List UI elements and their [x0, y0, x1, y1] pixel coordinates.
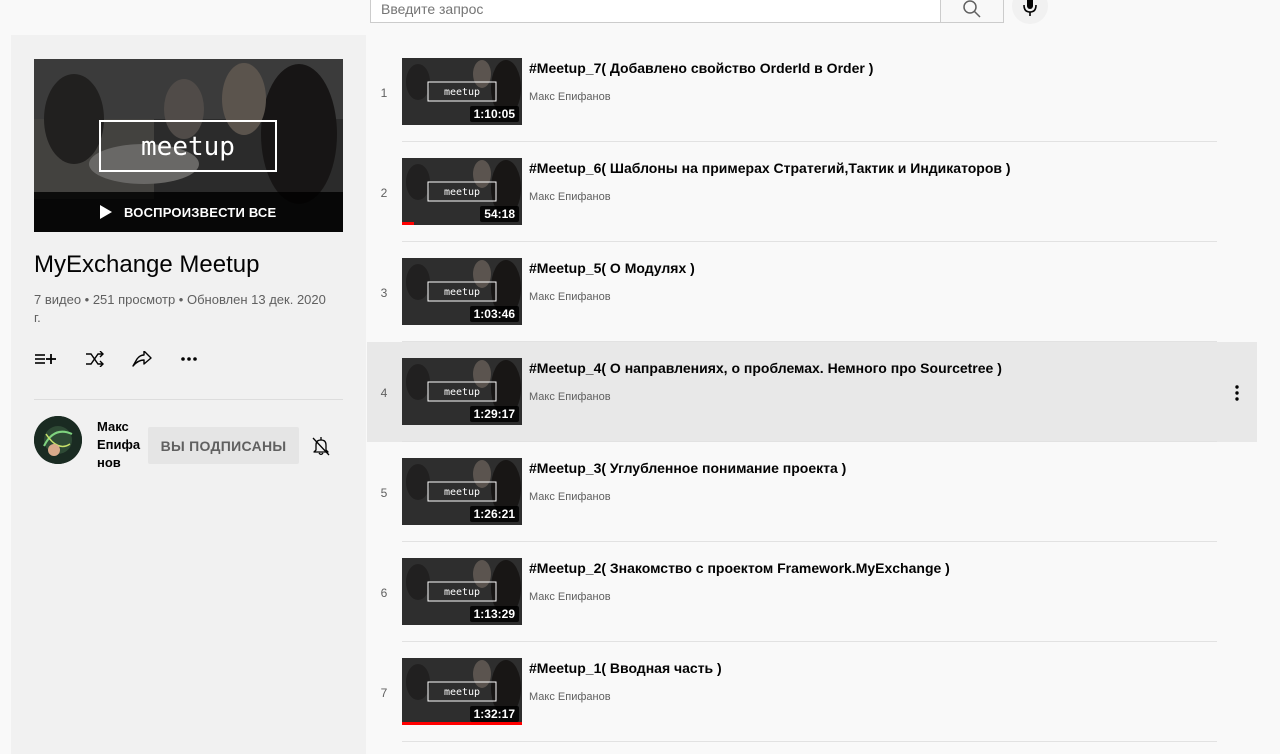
sidebar-divider	[34, 399, 343, 400]
video-row-2[interactable]: 2 meetup 54:18 #Meetup_6( Шаблоны на при…	[367, 142, 1257, 242]
video-row-4[interactable]: 4 meetup 1:29:17 #Meetup_4( О направлени…	[367, 342, 1257, 442]
more-horizontal-icon	[181, 357, 197, 361]
bell-off-icon	[312, 437, 330, 456]
video-title[interactable]: #Meetup_3( Углубленное понимание проекта…	[529, 460, 1209, 476]
video-title[interactable]: #Meetup_2( Знакомство с проектом Framewo…	[529, 560, 1209, 576]
hero-logo-text: meetup	[141, 132, 235, 162]
video-channel[interactable]: Макс Епифанов	[529, 91, 611, 103]
video-channel[interactable]: Макс Епифанов	[529, 691, 611, 703]
thumbnail-logo-text: meetup	[444, 187, 480, 198]
shuffle-icon	[86, 351, 104, 367]
video-title[interactable]: #Meetup_7( Добавлено свойство OrderId в …	[529, 60, 1209, 76]
playlist-hero-thumbnail[interactable]: meetup ВОСПРОИЗВЕСТИ ВСЕ	[34, 59, 343, 232]
add-to-queue-button[interactable]	[32, 347, 60, 371]
play-all-label: ВОСПРОИЗВЕСТИ ВСЕ	[124, 204, 277, 220]
playlist-stats: 7 видео • 251 просмотр • Обновлен 13 дек…	[34, 292, 326, 325]
top-bar	[0, 0, 1280, 28]
microphone-icon	[1023, 0, 1037, 16]
search-input[interactable]	[370, 0, 940, 23]
search-icon	[963, 0, 981, 18]
video-thumbnail[interactable]: meetup 1:10:05	[402, 58, 522, 125]
video-title[interactable]: #Meetup_4( О направлениях, о проблемах. …	[529, 360, 1209, 376]
thumbnail-logo-text: meetup	[444, 87, 480, 98]
video-title[interactable]: #Meetup_1( Вводная часть )	[529, 660, 1209, 676]
voice-search-button[interactable]	[1012, 0, 1048, 24]
video-row-5[interactable]: 5 meetup 1:26:21 #Meetup_3( Углубленное …	[367, 442, 1257, 542]
video-menu-button[interactable]	[1225, 381, 1249, 405]
video-channel[interactable]: Макс Епифанов	[529, 191, 611, 203]
video-row-6[interactable]: 6 meetup 1:13:29 #Meetup_2( Знакомство с…	[367, 542, 1257, 642]
thumbnail-logo-text: meetup	[444, 587, 480, 598]
video-channel[interactable]: Макс Епифанов	[529, 491, 611, 503]
notifications-button[interactable]	[308, 433, 334, 459]
video-duration: 1:10:05	[469, 106, 519, 122]
video-channel[interactable]: Макс Епифанов	[529, 391, 611, 403]
video-thumbnail[interactable]: meetup 54:18	[402, 158, 522, 225]
play-all-button[interactable]: ВОСПРОИЗВЕСТИ ВСЕ	[34, 192, 343, 232]
video-row-3[interactable]: 3 meetup 1:03:46 #Meetup_5( О Модулях ) …	[367, 242, 1257, 342]
video-index: 2	[380, 186, 388, 200]
playlist-title: MyExchange Meetup	[34, 251, 260, 278]
video-channel[interactable]: Макс Епифанов	[529, 591, 611, 603]
share-button[interactable]	[128, 347, 156, 371]
video-duration: 1:03:46	[469, 306, 519, 322]
video-duration: 1:29:17	[469, 406, 519, 422]
row-divider	[402, 741, 1217, 742]
video-thumbnail[interactable]: meetup 1:03:46	[402, 258, 522, 325]
thumbnail-logo-text: meetup	[444, 387, 480, 398]
playlist-page: meetup ВОСПРОИЗВЕСТИ ВСЕ MyExchange Meet…	[0, 0, 1280, 754]
video-index: 4	[380, 386, 388, 400]
add-to-queue-icon	[35, 354, 56, 364]
thumbnail-logo-text: meetup	[444, 487, 480, 498]
video-thumbnail[interactable]: meetup 1:26:21	[402, 458, 522, 525]
watch-progress-bar	[402, 722, 522, 725]
video-duration: 1:26:21	[469, 506, 519, 522]
video-row-7[interactable]: 7 meetup 1:32:17 #Meetup_1( Вводная част…	[367, 642, 1257, 742]
video-title[interactable]: #Meetup_5( О Модулях )	[529, 260, 1209, 276]
search-button[interactable]	[940, 0, 1004, 23]
video-index: 5	[380, 486, 388, 500]
video-thumbnail[interactable]: meetup 1:29:17	[402, 358, 522, 425]
video-row-1[interactable]: 1 meetup 1:10:05 #Meetup_7( Добавлено св…	[367, 42, 1257, 142]
shuffle-button[interactable]	[81, 347, 109, 371]
video-channel[interactable]: Макс Епифанов	[529, 291, 611, 303]
video-duration: 1:32:17	[469, 706, 519, 722]
video-duration: 1:13:29	[469, 606, 519, 622]
video-index: 1	[380, 86, 388, 100]
thumbnail-logo-text: meetup	[444, 287, 480, 298]
video-index: 6	[380, 586, 388, 600]
share-icon	[132, 351, 152, 367]
owner-avatar[interactable]	[34, 416, 82, 464]
watch-progress-bar	[402, 222, 414, 225]
subscribed-button[interactable]: ВЫ ПОДПИСАНЫ	[148, 427, 299, 464]
video-title[interactable]: #Meetup_6( Шаблоны на примерах Стратегий…	[529, 160, 1209, 176]
more-actions-button[interactable]	[175, 347, 203, 371]
play-icon	[100, 205, 112, 219]
playlist-sidebar: meetup ВОСПРОИЗВЕСТИ ВСЕ MyExchange Meet…	[11, 35, 366, 754]
video-index: 7	[380, 686, 388, 700]
video-index: 3	[380, 286, 388, 300]
owner-name[interactable]: Макс Епифанов	[97, 418, 141, 472]
more-vertical-icon	[1235, 385, 1239, 401]
avatar-image	[34, 416, 82, 464]
video-duration: 54:18	[480, 206, 519, 222]
video-thumbnail[interactable]: meetup 1:32:17	[402, 658, 522, 725]
video-thumbnail[interactable]: meetup 1:13:29	[402, 558, 522, 625]
thumbnail-logo-text: meetup	[444, 687, 480, 698]
